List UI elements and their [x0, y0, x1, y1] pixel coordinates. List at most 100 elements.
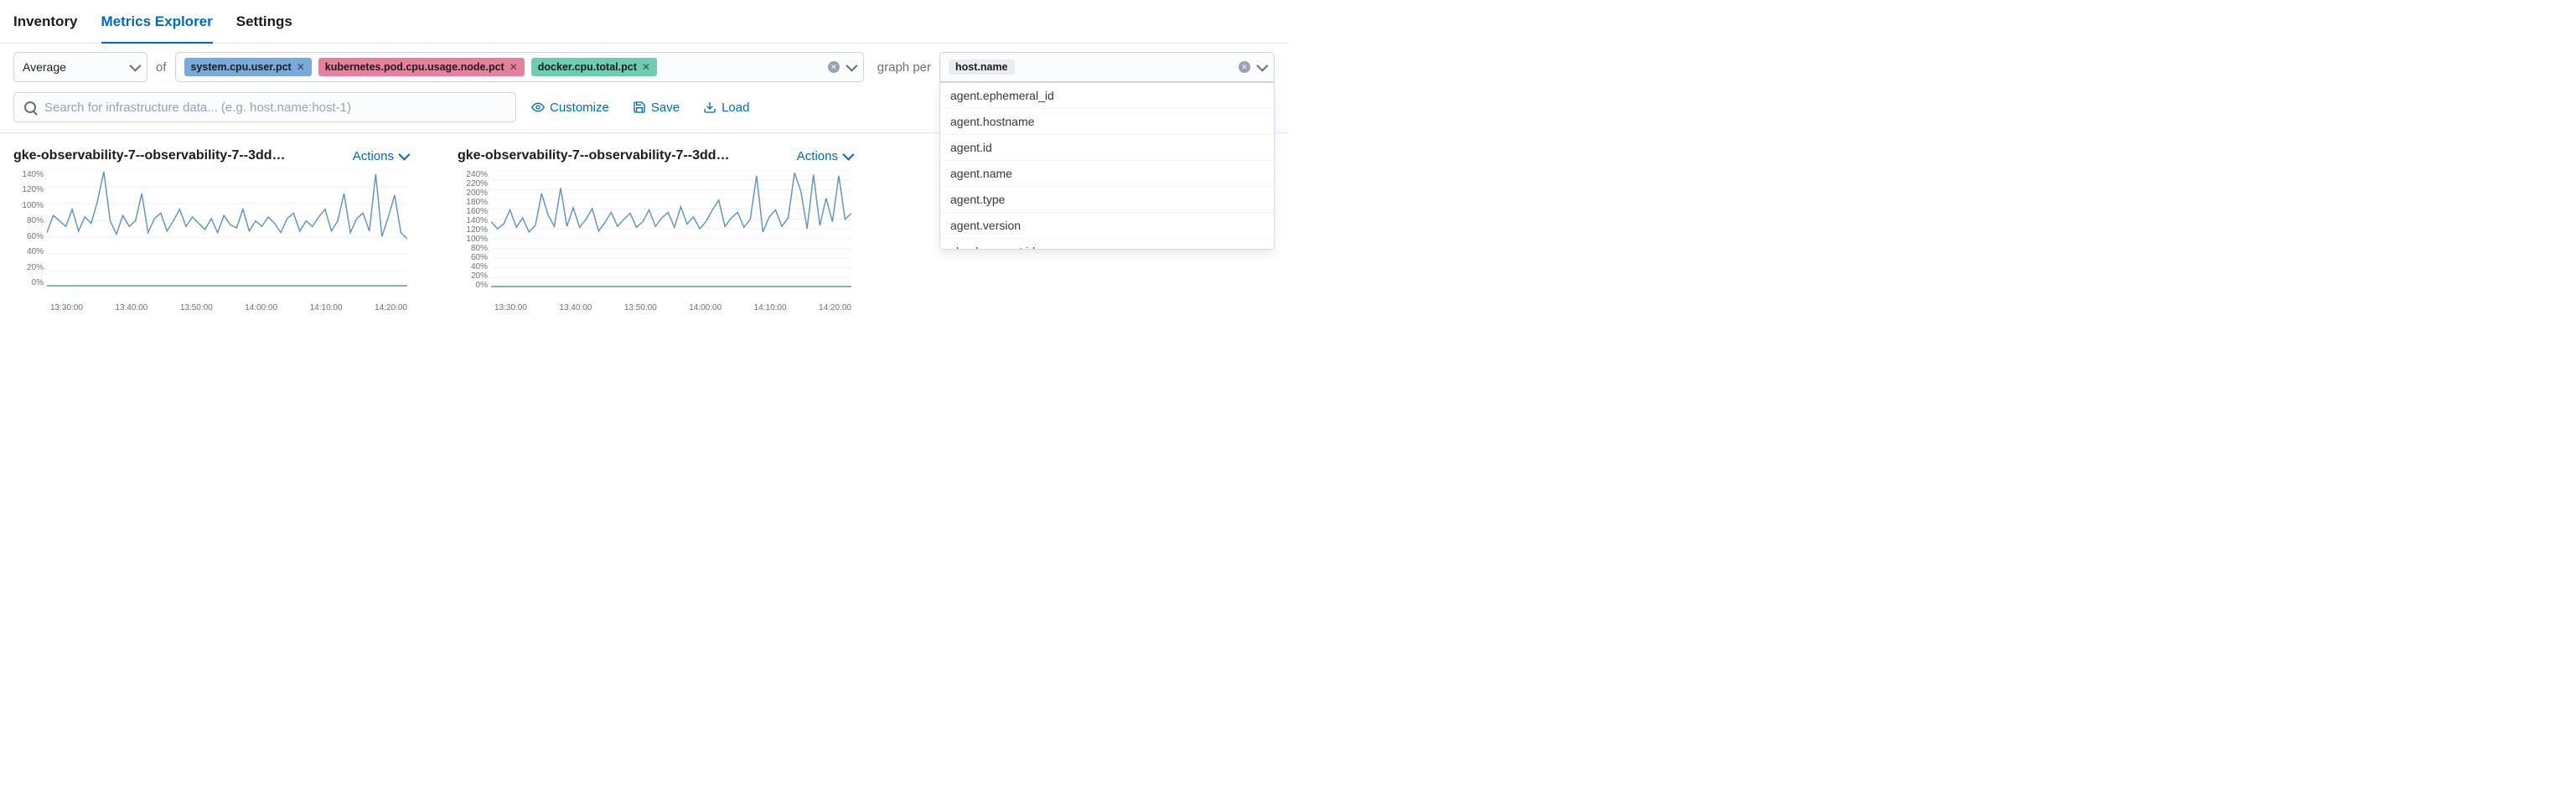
x-tick-label: 13:30:00: [50, 303, 83, 313]
chart-header: gke-observability-7--observability-7--3d…: [13, 148, 407, 163]
y-tick-label: 60%: [27, 232, 44, 241]
chart-title: gke-observability-7--observability-7--3d…: [13, 148, 286, 163]
eye-icon: [531, 101, 545, 114]
y-tick-label: 40%: [27, 247, 44, 256]
y-tick-label: 80%: [471, 244, 488, 253]
chart-y-axis: 240%220%200%180%160%140%120%100%80%60%40…: [458, 170, 491, 287]
graph-per-input[interactable]: host.name ✕: [939, 52, 1275, 82]
chart-header: gke-observability-7--observability-7--3d…: [458, 148, 851, 163]
chart-plot[interactable]: [47, 170, 407, 287]
graph-per-option[interactable]: agent.type: [940, 187, 1274, 213]
chevron-down-icon: [129, 60, 141, 72]
metric-pill[interactable]: system.cpu.user.pct ✕: [184, 58, 312, 76]
graph-per-selected-pill: host.name: [949, 59, 1015, 75]
chevron-down-icon[interactable]: [1256, 60, 1268, 72]
graph-per-option[interactable]: agent.name: [940, 161, 1274, 187]
y-tick-label: 120%: [22, 185, 44, 194]
y-tick-label: 160%: [466, 207, 488, 216]
graph-per-option[interactable]: agent.version: [940, 213, 1274, 239]
actions-label: Actions: [797, 149, 838, 163]
chevron-down-icon: [398, 149, 410, 161]
chart-panel: gke-observability-7--observability-7--3d…: [458, 148, 851, 313]
query-controls-row: Average of system.cpu.user.pct✕kubernete…: [0, 44, 1288, 82]
x-tick-label: 13:40:00: [115, 303, 147, 313]
chart-body: 140% 120% 100% 80% 60% 40% 20% 0% 13:30:00 13:40:…: [13, 170, 407, 313]
download-icon: [703, 101, 716, 114]
x-tick-label: 13:40:00: [559, 303, 592, 313]
graph-per-option[interactable]: agent.ephemeral_id: [940, 83, 1274, 109]
chevron-down-icon[interactable]: [846, 60, 857, 72]
save-icon: [633, 101, 646, 114]
clear-metrics-icon[interactable]: ✕: [828, 61, 840, 73]
y-tick-label: 40%: [471, 262, 488, 271]
load-button[interactable]: Load: [695, 101, 758, 115]
y-tick-label: 100%: [22, 201, 44, 210]
chart-y-axis: 140% 120% 100% 80% 60% 40% 20% 0%: [13, 170, 47, 287]
x-tick-label: 13:50:00: [180, 303, 213, 313]
y-tick-label: 100%: [466, 235, 488, 244]
x-tick-label: 14:00:00: [245, 303, 277, 313]
y-tick-label: 20%: [27, 263, 44, 272]
x-tick-label: 13:30:00: [494, 303, 527, 313]
customize-button[interactable]: Customize: [523, 101, 618, 115]
metric-pill[interactable]: kubernetes.pod.cpu.usage.node.pct ✕: [318, 58, 525, 76]
y-tick-label: 80%: [27, 216, 44, 225]
top-tabs: Inventory Metrics Explorer Settings: [0, 0, 1288, 44]
search-placeholder: Search for infrastructure data... (e.g. …: [44, 101, 351, 115]
clear-graph-per-icon[interactable]: ✕: [1239, 61, 1250, 73]
customize-label: Customize: [550, 101, 609, 115]
search-input[interactable]: Search for infrastructure data... (e.g. …: [13, 92, 516, 122]
of-label: of: [156, 60, 167, 75]
tab-settings[interactable]: Settings: [236, 10, 292, 43]
metric-pill-label: kubernetes.pod.cpu.usage.node.pct: [325, 61, 504, 73]
y-tick-label: 180%: [466, 198, 488, 207]
remove-metric-icon[interactable]: ✕: [642, 61, 650, 73]
y-tick-label: 140%: [466, 216, 488, 225]
chart-plot[interactable]: [491, 170, 851, 287]
metrics-input[interactable]: system.cpu.user.pct✕kubernetes.pod.cpu.u…: [175, 52, 864, 82]
save-label: Save: [651, 101, 680, 115]
search-icon: [24, 101, 36, 113]
chart-series-line: [47, 172, 407, 239]
chart-body: 240%220%200%180%160%140%120%100%80%60%40…: [458, 170, 851, 313]
chart-series-line: [491, 173, 851, 232]
metric-pill-label: system.cpu.user.pct: [191, 61, 292, 73]
chart-x-axis: 13:30:00 13:40:00 13:50:00 14:00:00 14:10:00…: [50, 303, 407, 313]
metric-pill[interactable]: docker.cpu.total.pct ✕: [531, 58, 657, 76]
y-tick-label: 200%: [466, 189, 488, 198]
chart-title: gke-observability-7--observability-7--3d…: [458, 148, 730, 163]
chart-actions-button[interactable]: Actions: [797, 149, 851, 163]
graph-per-option[interactable]: cloud.account.id: [940, 239, 1274, 250]
y-tick-label: 120%: [466, 225, 488, 235]
metric-pill-label: docker.cpu.total.pct: [538, 61, 637, 73]
y-tick-label: 20%: [471, 271, 488, 281]
remove-metric-icon[interactable]: ✕: [510, 61, 518, 73]
tab-inventory[interactable]: Inventory: [13, 10, 78, 43]
tab-metrics-explorer[interactable]: Metrics Explorer: [101, 10, 213, 44]
x-tick-label: 14:20:00: [819, 303, 851, 313]
chart-x-axis: 13:30:0013:40:0013:50:0014:00:0014:10:00…: [494, 303, 851, 313]
y-tick-label: 0%: [476, 281, 488, 290]
x-tick-label: 14:20:00: [375, 303, 407, 313]
chart-panel: gke-observability-7--observability-7--3d…: [13, 148, 407, 313]
y-tick-label: 240%: [466, 170, 488, 179]
load-label: Load: [722, 101, 749, 115]
graph-per-label: graph per: [877, 60, 931, 75]
chevron-down-icon: [842, 149, 854, 161]
graph-per-dropdown: agent.ephemeral_idagent.hostnameagent.id…: [939, 82, 1275, 250]
chart-actions-button[interactable]: Actions: [353, 149, 407, 163]
x-tick-label: 14:00:00: [689, 303, 722, 313]
graph-per-option[interactable]: agent.hostname: [940, 109, 1274, 135]
aggregation-selected: Average: [23, 60, 66, 74]
graph-per-combobox[interactable]: host.name ✕ agent.ephemeral_idagent.host…: [939, 52, 1275, 82]
graph-per-option[interactable]: agent.id: [940, 135, 1274, 161]
y-tick-label: 140%: [22, 170, 44, 179]
metrics-pill-container: system.cpu.user.pct✕kubernetes.pod.cpu.u…: [184, 58, 821, 76]
remove-metric-icon[interactable]: ✕: [297, 61, 305, 73]
x-tick-label: 14:10:00: [310, 303, 343, 313]
aggregation-select[interactable]: Average: [13, 52, 147, 82]
y-tick-label: 0%: [32, 278, 44, 287]
x-tick-label: 14:10:00: [754, 303, 787, 313]
y-tick-label: 220%: [466, 179, 488, 189]
save-button[interactable]: Save: [624, 101, 688, 115]
